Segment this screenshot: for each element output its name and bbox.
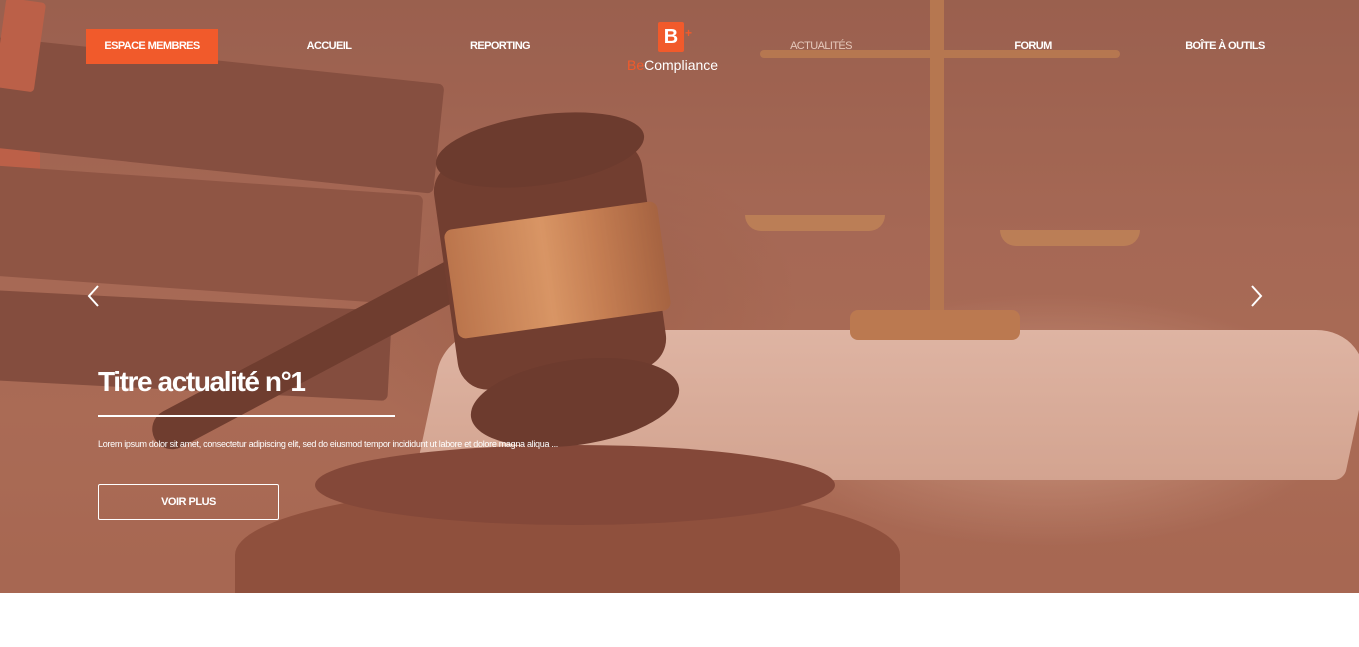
logo-wordmark: BeCompliance: [627, 57, 718, 73]
logo-wordmark-suffix: Compliance: [644, 57, 719, 73]
logo-wordmark-prefix: Be: [627, 57, 645, 73]
slide-title-divider: [98, 415, 395, 417]
logo-b-icon: B: [658, 22, 684, 52]
nav-item-reporting[interactable]: REPORTING: [458, 29, 542, 64]
chevron-left-icon: [87, 285, 99, 307]
slider-prev-button[interactable]: [82, 282, 106, 310]
nav-item-forum[interactable]: FORUM: [1000, 29, 1066, 64]
nav-item-boite-a-outils[interactable]: BOÎTE À OUTILS: [1175, 29, 1275, 64]
slider-next-button[interactable]: [1244, 282, 1268, 310]
main-navigation: ESPACE MEMBRES ACCUEIL REPORTING B + BeC…: [0, 0, 1359, 100]
nav-item-accueil[interactable]: ACCUEIL: [290, 29, 368, 64]
logo-plus-icon: +: [685, 26, 693, 40]
slide-title: Titre actualité n°1: [98, 366, 306, 397]
hero-slider: ESPACE MEMBRES ACCUEIL REPORTING B + BeC…: [0, 0, 1359, 593]
slide-excerpt: Lorem ipsum dolor sit amet, consectetur …: [98, 439, 558, 449]
voir-plus-button[interactable]: VOIR PLUS: [98, 484, 279, 520]
nav-item-actualites[interactable]: ACTUALITÉS: [780, 29, 862, 64]
becompliance-logo[interactable]: B + BeCompliance: [620, 20, 728, 78]
nav-espace-membres-button[interactable]: ESPACE MEMBRES: [86, 29, 218, 64]
chevron-right-icon: [1251, 285, 1263, 307]
